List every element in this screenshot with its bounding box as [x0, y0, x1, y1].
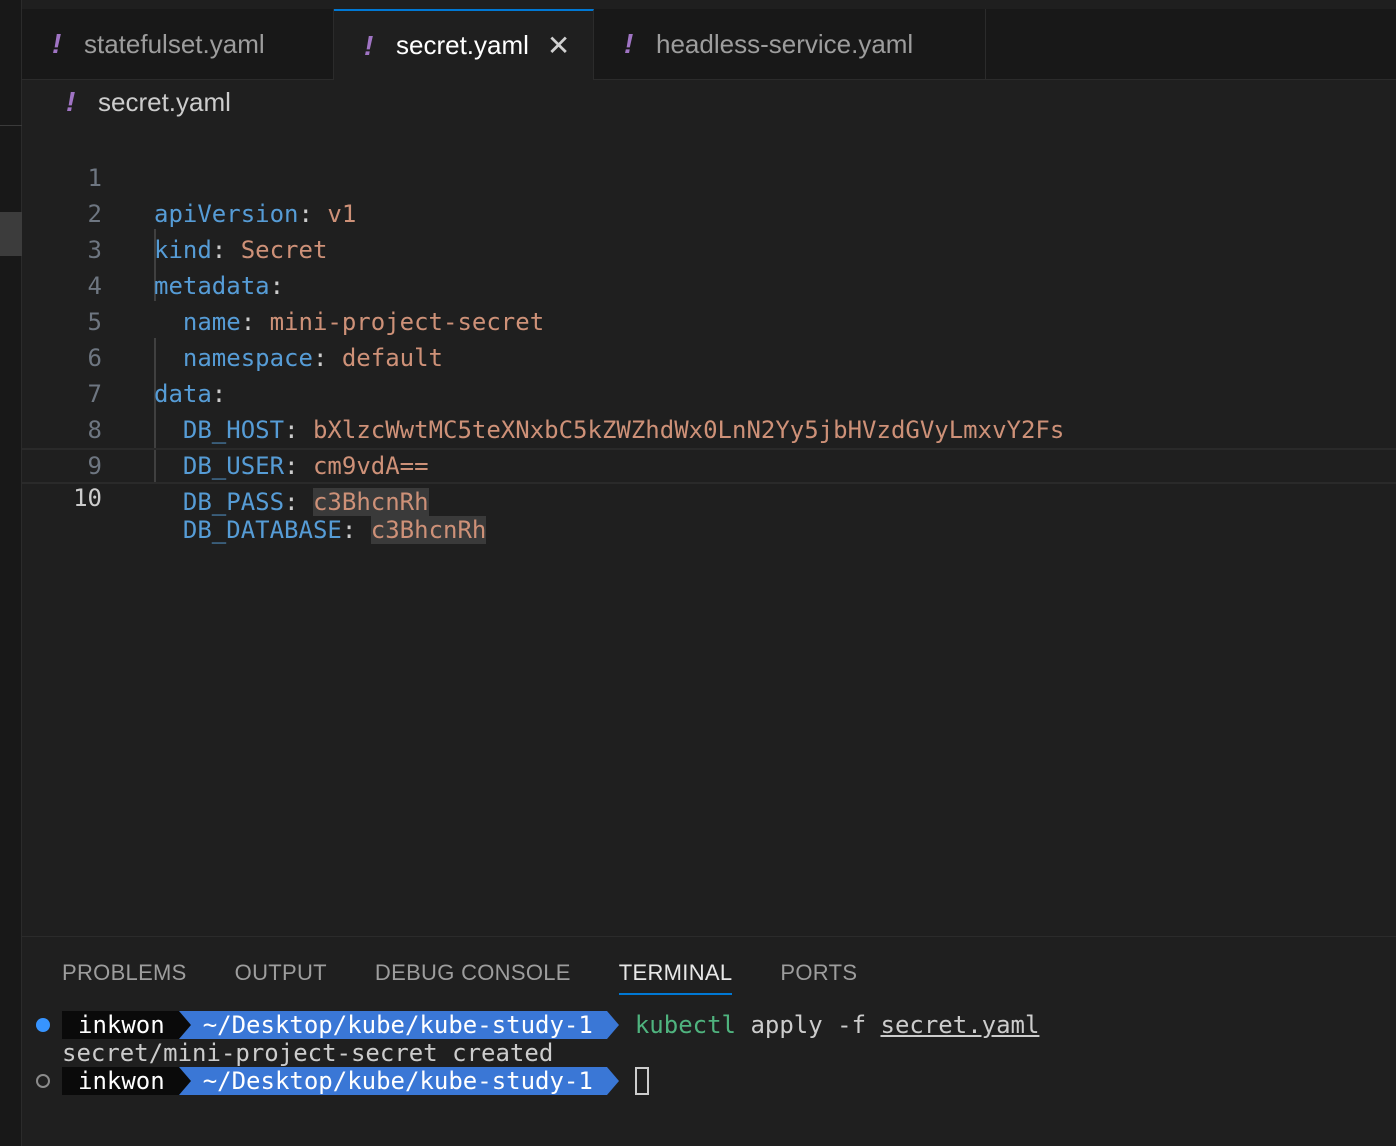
- prompt-separator-icon: [178, 1067, 191, 1095]
- tab-statefulset-yaml[interactable]: ! statefulset.yaml: [22, 9, 334, 79]
- activity-strip: [0, 0, 22, 1146]
- code-editor[interactable]: 1 apiVersion: v1 2 kind: Secret 3 metada…: [22, 124, 1396, 934]
- command-pending-dot-icon: [36, 1074, 50, 1088]
- tab-debug-console[interactable]: DEBUG CONSOLE: [375, 955, 571, 995]
- yaml-colon: :: [284, 488, 299, 516]
- code-line: 8 DB_USER: cm9vdA==: [22, 376, 1396, 480]
- strip-divider: [0, 125, 22, 126]
- yaml-key: DB_PASS: [182, 488, 285, 516]
- prompt-path-text: ~/Desktop/kube/kube-study-1: [202, 1011, 593, 1039]
- code-line-current: 10 DB_DATABASE: c3BhcnRh: [22, 448, 1396, 544]
- line-number: 10: [73, 484, 102, 512]
- code-line: 1 apiVersion: v1: [22, 124, 1396, 228]
- code-line: 9 DB_PASS: c3BhcnRh: [22, 412, 1396, 516]
- tab-label: headless-service.yaml: [656, 28, 914, 59]
- prompt-end-arrow-icon: [606, 1011, 619, 1039]
- command-output: secret/mini-project-secret created: [62, 1039, 554, 1067]
- yaml-file-icon: !: [364, 29, 374, 61]
- tab-ports[interactable]: PORTS: [780, 955, 857, 995]
- tab-problems[interactable]: PROBLEMS: [62, 955, 187, 995]
- close-icon[interactable]: ✕: [547, 29, 570, 62]
- command-args: apply -f: [750, 1011, 867, 1039]
- tab-output[interactable]: OUTPUT: [235, 955, 327, 995]
- code-line: 5 namespace: default: [22, 268, 1396, 372]
- yaml-key: DB_DATABASE: [182, 516, 342, 544]
- prompt-path: ~/Desktop/kube/kube-study-1: [178, 1067, 607, 1095]
- terminal-output-line: secret/mini-project-secret created: [62, 1039, 553, 1067]
- yaml-file-icon: !: [52, 28, 62, 59]
- strip-active-marker: [0, 212, 22, 256]
- prompt-path: ~/Desktop/kube/kube-study-1: [178, 1011, 607, 1039]
- prompt-end-arrow-icon: [606, 1067, 619, 1095]
- tab-label: statefulset.yaml: [84, 28, 265, 59]
- tab-label: secret.yaml: [396, 30, 529, 60]
- terminal-cursor: [634, 1067, 649, 1095]
- prompt-separator-icon: [178, 1011, 191, 1039]
- tab-terminal[interactable]: TERMINAL: [618, 955, 733, 995]
- prompt-user: inkwon: [62, 1011, 179, 1039]
- code-line: 7 DB_HOST: bXlzcWwtMC5teXNxbC5kZWZhdWx0L…: [22, 340, 1396, 444]
- tab-secret-yaml[interactable]: ! secret.yaml ✕: [334, 9, 594, 80]
- terminal-prompt-line[interactable]: inkwon ~/Desktop/kube/kube-study-1: [62, 1067, 649, 1095]
- command-success-dot-icon[interactable]: [36, 1018, 50, 1032]
- tab-headless-service-yaml[interactable]: ! headless-service.yaml: [594, 9, 986, 79]
- code-line: 4 name: mini-project-secret: [22, 232, 1396, 336]
- command-file-link[interactable]: secret.yaml: [881, 1011, 1040, 1039]
- yaml-value-highlighted: c3BhcnRh: [370, 516, 487, 544]
- code-line: 3 metadata:: [22, 196, 1396, 300]
- yaml-colon: :: [341, 516, 357, 544]
- prompt-user: inkwon: [62, 1067, 179, 1095]
- code-line: 6 data:: [22, 304, 1396, 408]
- code-line: 2 kind: Secret: [22, 160, 1396, 264]
- command-name: kubectl: [634, 1011, 736, 1039]
- breadcrumb: ! secret.yaml: [22, 80, 1396, 124]
- terminal-prompt-line: inkwon ~/Desktop/kube/kube-study-1 kubect…: [62, 1011, 1039, 1039]
- yaml-value-highlighted: c3BhcnRh: [312, 488, 429, 516]
- yaml-file-icon: !: [66, 86, 76, 117]
- prompt-path-text: ~/Desktop/kube/kube-study-1: [202, 1067, 593, 1095]
- editor-tab-bar: ! statefulset.yaml ! secret.yaml ✕ ! hea…: [22, 0, 1396, 80]
- breadcrumb-file[interactable]: secret.yaml: [98, 87, 231, 118]
- yaml-file-icon: !: [624, 28, 634, 59]
- panel-tabs: PROBLEMS OUTPUT DEBUG CONSOLE TERMINAL P…: [62, 955, 905, 995]
- bottom-panel: PROBLEMS OUTPUT DEBUG CONSOLE TERMINAL P…: [22, 936, 1396, 1146]
